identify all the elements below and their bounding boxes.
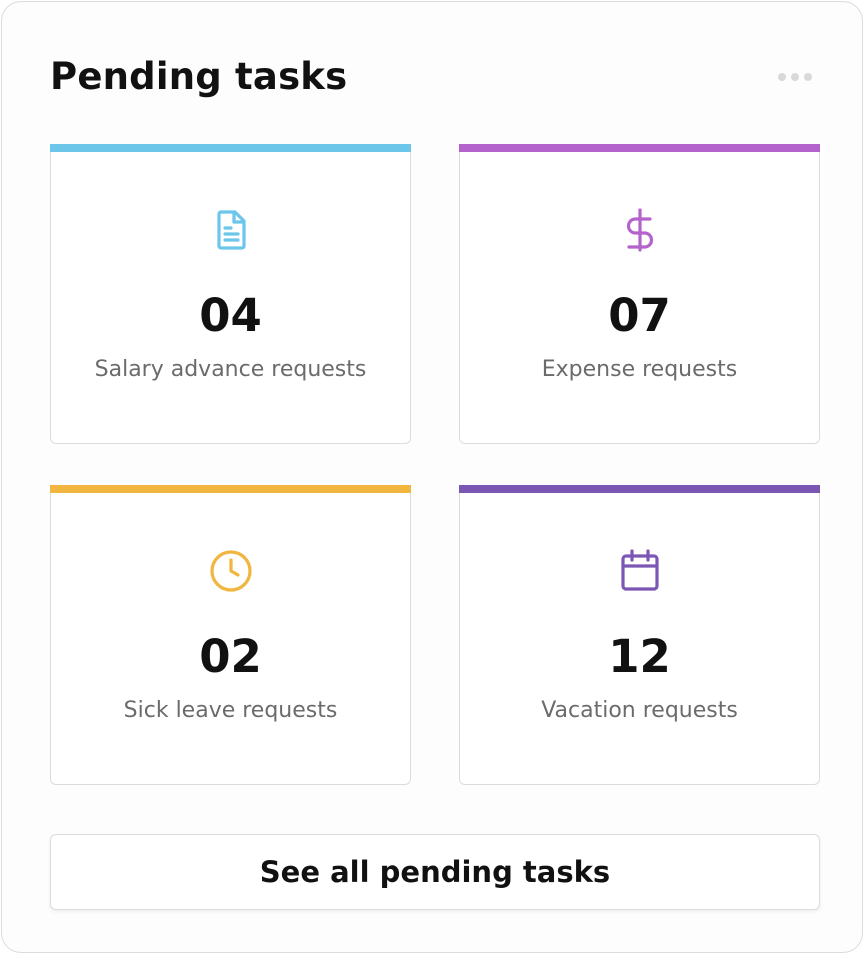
widget-title: Pending tasks bbox=[50, 55, 348, 98]
calendar-icon bbox=[616, 547, 664, 595]
tile-accent-bar bbox=[50, 144, 411, 152]
tile-label: Salary advance requests bbox=[94, 357, 367, 382]
tile-accent-bar bbox=[50, 485, 411, 493]
document-icon bbox=[207, 206, 255, 254]
see-all-pending-tasks-button[interactable]: See all pending tasks bbox=[50, 834, 820, 910]
tile-expense-requests[interactable]: 07 Expense requests bbox=[459, 144, 820, 444]
tile-vacation-requests[interactable]: 12 Vacation requests bbox=[459, 485, 820, 785]
more-dot bbox=[804, 73, 812, 81]
more-options-icon[interactable] bbox=[772, 64, 818, 90]
tile-label: Expense requests bbox=[541, 357, 738, 382]
dollar-icon bbox=[616, 206, 664, 254]
tile-count: 12 bbox=[608, 630, 671, 683]
tile-accent-bar bbox=[459, 144, 820, 152]
more-dot bbox=[791, 73, 799, 81]
tile-count: 04 bbox=[199, 289, 262, 342]
tile-count: 07 bbox=[608, 289, 671, 342]
pending-tasks-widget: Pending tasks 04 Salary advance requests bbox=[1, 1, 863, 953]
tile-label: Sick leave requests bbox=[123, 698, 338, 723]
more-dot bbox=[778, 73, 786, 81]
clock-icon bbox=[207, 547, 255, 595]
tile-count: 02 bbox=[199, 630, 262, 683]
tile-sick-leave-requests[interactable]: 02 Sick leave requests bbox=[50, 485, 411, 785]
tile-label: Vacation requests bbox=[541, 698, 738, 723]
tile-accent-bar bbox=[459, 485, 820, 493]
tile-salary-advance-requests[interactable]: 04 Salary advance requests bbox=[50, 144, 411, 444]
